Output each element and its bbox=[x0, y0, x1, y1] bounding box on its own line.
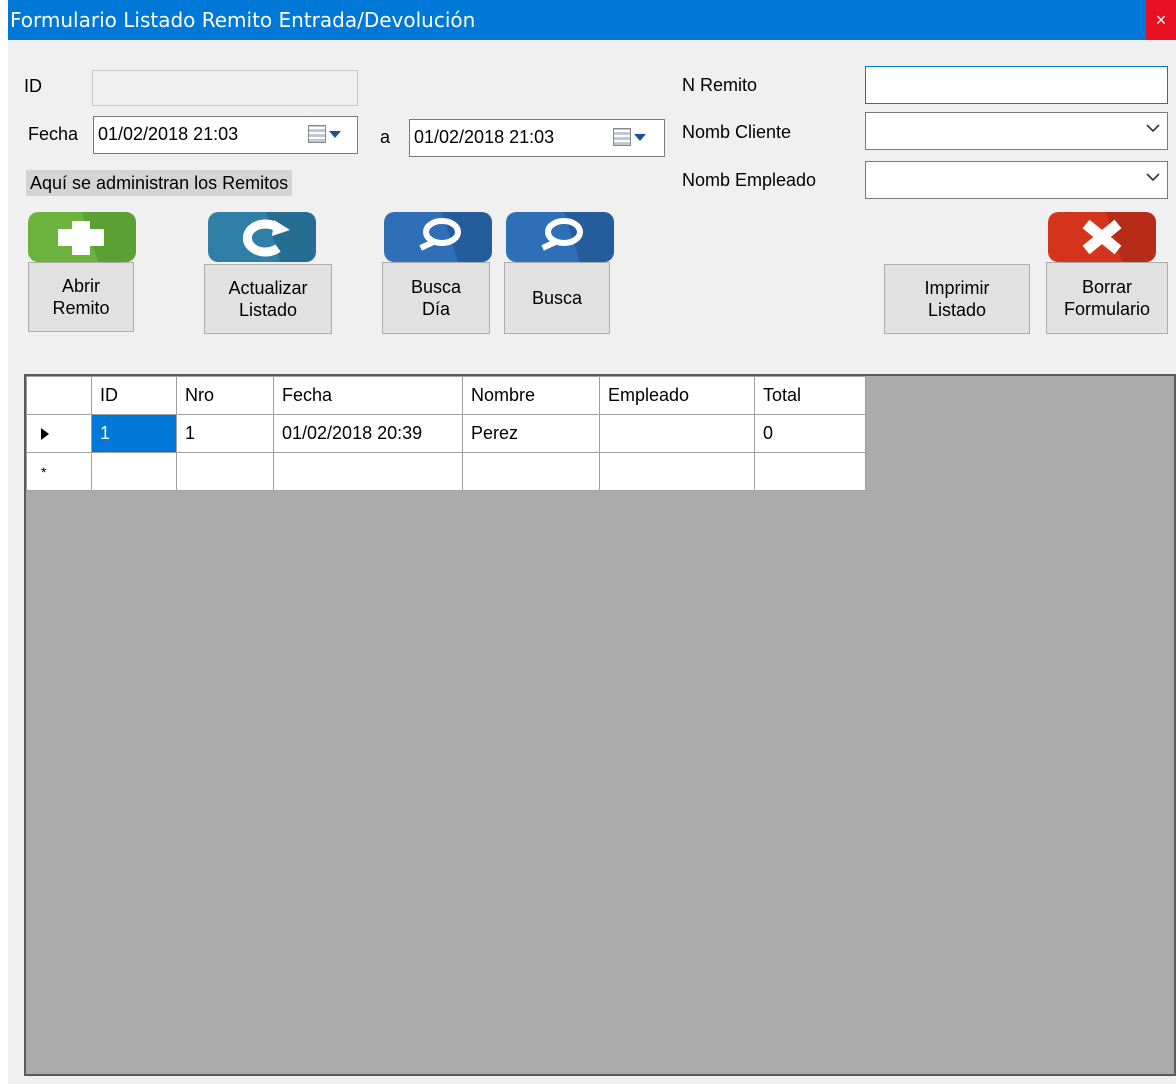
cell-fecha[interactable] bbox=[273, 452, 463, 491]
current-row-pointer-icon bbox=[41, 428, 49, 441]
column-header-id[interactable]: ID bbox=[91, 376, 177, 415]
table-header-row: ID Nro Fecha Nombre Empleado Total bbox=[26, 376, 866, 415]
calendar-icon bbox=[308, 125, 326, 143]
remito-list-window: Formulario Listado Remito Entrada/Devolu… bbox=[8, 0, 1176, 1084]
fecha-desde-value: 01/02/2018 21:03 bbox=[98, 124, 239, 144]
fecha-hasta-picker[interactable]: 01/02/2018 21:03 bbox=[409, 119, 665, 157]
row-header[interactable] bbox=[26, 414, 92, 453]
cell-fecha[interactable]: 01/02/2018 20:39 bbox=[273, 414, 463, 453]
busca-dia-icon[interactable] bbox=[384, 212, 492, 262]
new-row-icon: * bbox=[41, 464, 47, 480]
imprimir-listado-button[interactable]: Imprimir Listado bbox=[884, 264, 1030, 334]
cell-total[interactable] bbox=[754, 452, 866, 491]
fecha-desde-dropdown[interactable] bbox=[308, 125, 346, 145]
busca-dia-button[interactable]: Busca Día bbox=[382, 262, 490, 334]
abrir-remito-button[interactable]: Abrir Remito bbox=[28, 262, 134, 332]
column-header-nro[interactable]: Nro bbox=[176, 376, 274, 415]
busca-button[interactable]: Busca bbox=[504, 262, 610, 334]
remitos-grid[interactable]: ID Nro Fecha Nombre Empleado Total 1 1 0… bbox=[24, 374, 1176, 1076]
abrir-remito-icon[interactable] bbox=[28, 212, 136, 262]
magnifier-icon bbox=[506, 212, 614, 262]
column-header-empleado[interactable]: Empleado bbox=[599, 376, 755, 415]
cell-nro[interactable] bbox=[176, 452, 274, 491]
cell-nombre[interactable] bbox=[462, 452, 600, 491]
cell-id[interactable]: 1 bbox=[91, 414, 177, 453]
remitos-table: ID Nro Fecha Nombre Empleado Total 1 1 0… bbox=[26, 376, 866, 491]
fecha-label: Fecha bbox=[28, 124, 79, 144]
actualizar-listado-icon[interactable] bbox=[208, 212, 316, 262]
id-label: ID bbox=[24, 76, 42, 96]
borrar-formulario-icon[interactable] bbox=[1048, 212, 1156, 262]
fecha-desde-picker[interactable]: 01/02/2018 21:03 bbox=[93, 116, 358, 154]
actualizar-listado-button[interactable]: Actualizar Listado bbox=[204, 264, 332, 334]
magnifier-icon bbox=[384, 212, 492, 262]
close-icon: × bbox=[1155, 10, 1167, 30]
caret-down-icon bbox=[634, 134, 646, 141]
a-label: a bbox=[380, 127, 391, 147]
n-remito-label: N Remito bbox=[682, 75, 758, 95]
close-x-icon bbox=[1048, 212, 1156, 262]
title-bar[interactable]: Formulario Listado Remito Entrada/Devolu… bbox=[8, 0, 1176, 40]
chevron-down-icon bbox=[1146, 173, 1160, 182]
caret-down-icon bbox=[329, 131, 341, 138]
busca-icon[interactable] bbox=[506, 212, 614, 262]
cell-empleado[interactable] bbox=[599, 414, 755, 453]
cell-nro[interactable]: 1 bbox=[176, 414, 274, 453]
nomb-empleado-label: Nomb Empleado bbox=[682, 170, 817, 190]
column-header-total[interactable]: Total bbox=[754, 376, 866, 415]
window-title: Formulario Listado Remito Entrada/Devolu… bbox=[10, 8, 476, 32]
info-label: Aquí se administran los Remitos bbox=[26, 170, 293, 196]
fecha-hasta-value: 01/02/2018 21:03 bbox=[414, 127, 555, 147]
cell-id[interactable] bbox=[91, 452, 177, 491]
nomb-empleado-combo[interactable] bbox=[865, 161, 1168, 199]
refresh-icon bbox=[208, 212, 316, 262]
cell-total[interactable]: 0 bbox=[754, 414, 866, 453]
borrar-formulario-button[interactable]: Borrar Formulario bbox=[1046, 262, 1168, 334]
n-remito-input[interactable] bbox=[865, 66, 1168, 104]
row-header-corner[interactable] bbox=[26, 376, 92, 415]
column-header-nombre[interactable]: Nombre bbox=[462, 376, 600, 415]
chevron-down-icon bbox=[1146, 124, 1160, 133]
fecha-hasta-dropdown[interactable] bbox=[613, 128, 651, 148]
table-row[interactable]: 1 1 01/02/2018 20:39 Perez 0 bbox=[26, 414, 866, 453]
nomb-cliente-combo[interactable] bbox=[865, 112, 1168, 150]
plus-icon bbox=[28, 212, 136, 262]
cell-empleado[interactable] bbox=[599, 452, 755, 491]
row-header[interactable]: * bbox=[26, 452, 92, 491]
id-field[interactable] bbox=[92, 70, 358, 106]
close-button[interactable]: × bbox=[1146, 0, 1176, 40]
calendar-icon bbox=[613, 128, 631, 146]
table-new-row[interactable]: * bbox=[26, 452, 866, 491]
column-header-fecha[interactable]: Fecha bbox=[273, 376, 463, 415]
nomb-cliente-label: Nomb Cliente bbox=[682, 122, 792, 142]
cell-nombre[interactable]: Perez bbox=[462, 414, 600, 453]
